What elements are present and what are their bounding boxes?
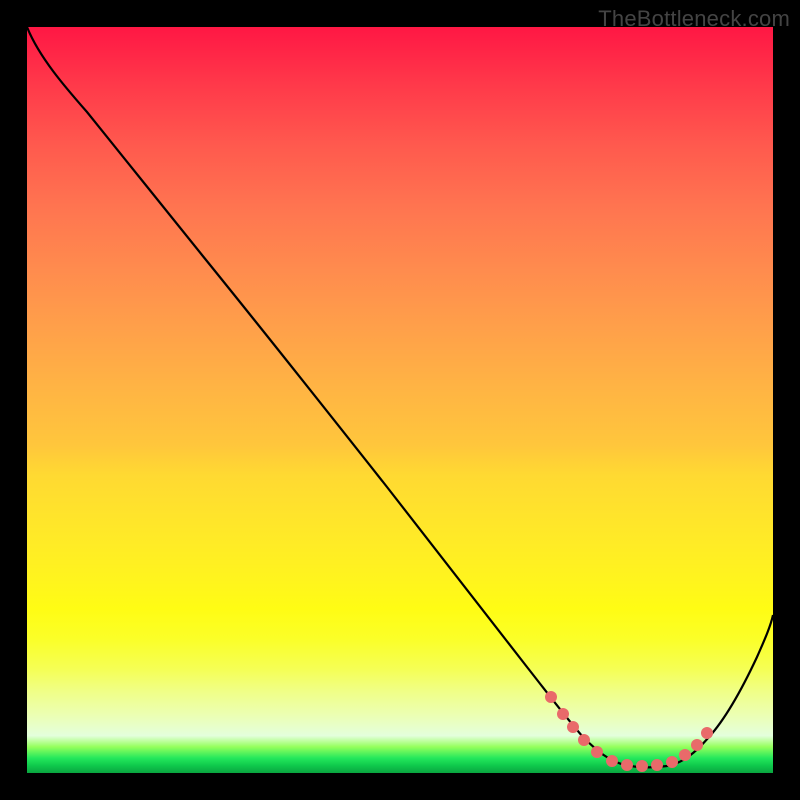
watermark-text: TheBottleneck.com: [598, 6, 790, 32]
red-marker: [701, 727, 713, 739]
red-marker-group: [545, 691, 713, 772]
chart-plot-area: [27, 27, 773, 773]
red-marker: [591, 746, 603, 758]
red-marker: [557, 708, 569, 720]
red-marker: [691, 739, 703, 751]
red-marker: [636, 760, 648, 772]
red-marker: [578, 734, 590, 746]
bottleneck-curve: [27, 27, 773, 767]
red-marker: [679, 749, 691, 761]
red-marker: [651, 759, 663, 771]
red-marker: [567, 721, 579, 733]
red-marker: [621, 759, 633, 771]
chart-svg: [27, 27, 773, 773]
red-marker: [545, 691, 557, 703]
red-marker: [666, 756, 678, 768]
red-marker: [606, 755, 618, 767]
